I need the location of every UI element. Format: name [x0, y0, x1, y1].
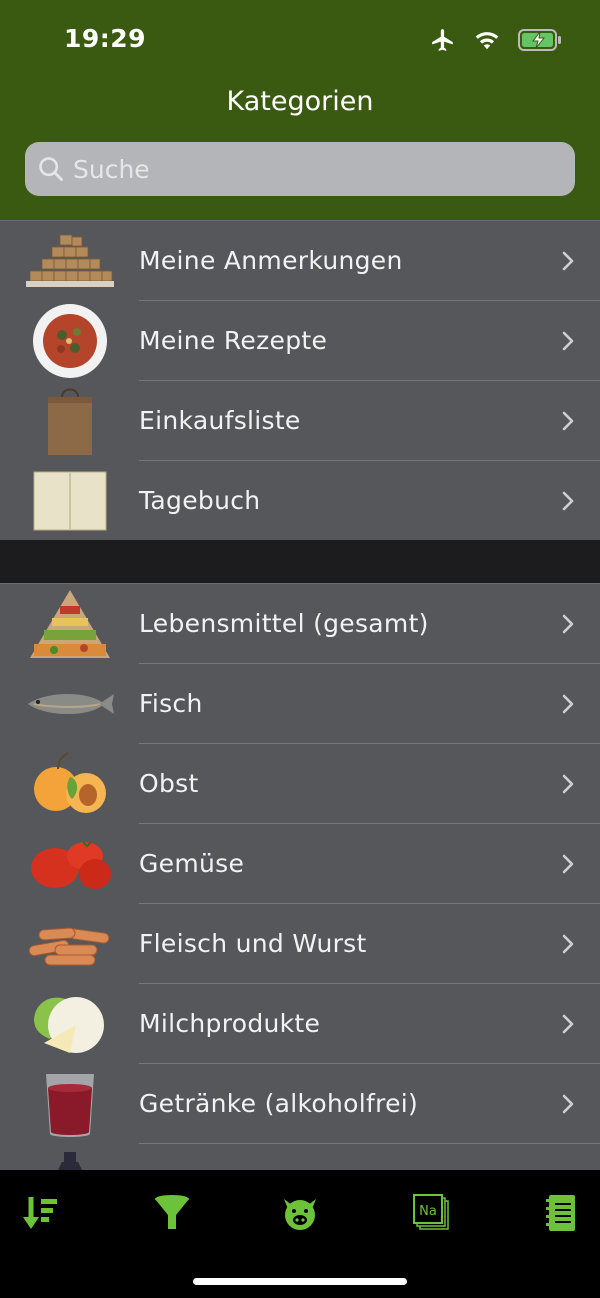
tab-notepad[interactable]: [531, 1190, 591, 1236]
tab-sodium[interactable]: Na: [402, 1190, 462, 1236]
search-placeholder: Suche: [73, 154, 150, 184]
list-item-partial[interactable]: [0, 1144, 600, 1170]
list-item[interactable]: Meine Anmerkungen: [0, 221, 600, 301]
personal-section: Meine Anmerkungen Meine Rezepte Einkaufs: [0, 220, 600, 540]
list-item-label: Getränke (alkoholfrei): [139, 1089, 419, 1118]
tab-filter[interactable]: [142, 1190, 202, 1236]
tomato-icon: [24, 828, 116, 900]
piggy-icon: [284, 1199, 316, 1230]
list-item-label: Fisch: [139, 689, 203, 718]
list-item-label: Fleisch und Wurst: [139, 929, 367, 958]
list-item[interactable]: Lebensmittel (gesamt): [0, 584, 600, 664]
section-gap: [0, 540, 600, 583]
list-item[interactable]: Milchprodukte: [0, 984, 600, 1064]
chevron-right-icon: [562, 934, 574, 954]
tab-sort[interactable]: [11, 1190, 71, 1236]
search-input[interactable]: Suche: [25, 142, 575, 196]
chevron-right-icon: [562, 1014, 574, 1034]
list-item[interactable]: Fleisch und Wurst: [0, 904, 600, 984]
chevron-right-icon: [562, 854, 574, 874]
status-time: 19:29: [64, 24, 147, 53]
recipe-plate-icon: [24, 304, 116, 378]
apricot-icon: [24, 748, 116, 820]
sort-list-icon: [23, 1197, 57, 1229]
notebook-icon: [24, 465, 116, 537]
juice-glass-icon: [24, 1068, 116, 1140]
chevron-right-icon: [562, 1094, 574, 1114]
status-icons: [430, 26, 562, 54]
chevron-right-icon: [562, 614, 574, 634]
list-item-label: Meine Rezepte: [139, 326, 328, 355]
sausages-icon: [24, 908, 116, 980]
chevron-right-icon: [562, 694, 574, 714]
list-item[interactable]: Tagebuch: [0, 461, 600, 541]
chevron-right-icon: [562, 774, 574, 794]
page-title: Kategorien: [226, 86, 374, 117]
list-item[interactable]: Fisch: [0, 664, 600, 744]
sodium-na-icon: Na: [413, 1194, 449, 1230]
navigation-header: 19:29 Kategorien Suche: [0, 0, 600, 220]
chevron-right-icon: [562, 411, 574, 431]
search-icon: [39, 157, 63, 181]
list-item[interactable]: Gemüse: [0, 824, 600, 904]
list-item-label: Obst: [139, 769, 199, 798]
fish-icon: [24, 668, 116, 740]
battery-charging-icon: [518, 29, 561, 51]
wifi-icon: [475, 32, 499, 50]
list-item[interactable]: Obst: [0, 744, 600, 824]
home-indicator[interactable]: [193, 1278, 407, 1285]
airplane-icon: [432, 29, 453, 51]
sugar-cubes-icon: [24, 225, 116, 297]
list-item[interactable]: Meine Rezepte: [0, 301, 600, 381]
list-item-label: Milchprodukte: [139, 1009, 321, 1038]
food-pyramid-icon: [24, 588, 116, 660]
list-item[interactable]: Getränke (alkoholfrei): [0, 1064, 600, 1144]
list-item-label: Meine Anmerkungen: [139, 246, 403, 275]
cheese-icon: [24, 988, 116, 1060]
notepad-icon: [546, 1195, 575, 1231]
chevron-right-icon: [562, 491, 574, 511]
chevron-right-icon: [562, 331, 574, 351]
svg-text:Na: Na: [419, 1204, 437, 1219]
list-item-label: Lebensmittel (gesamt): [139, 609, 429, 638]
bottle-icon: [24, 1148, 116, 1170]
list-item-label: Gemüse: [139, 849, 245, 878]
paper-bag-icon: [24, 385, 116, 457]
filter-funnel-icon: [155, 1195, 189, 1229]
list-item[interactable]: Einkaufsliste: [0, 381, 600, 461]
categories-section: Lebensmittel (gesamt) Fisch Obst Gemüse …: [0, 583, 600, 1170]
list-item-label: Einkaufsliste: [139, 406, 301, 435]
chevron-right-icon: [562, 251, 574, 271]
tab-piggy[interactable]: [270, 1190, 330, 1236]
list-item-label: Tagebuch: [139, 486, 261, 515]
